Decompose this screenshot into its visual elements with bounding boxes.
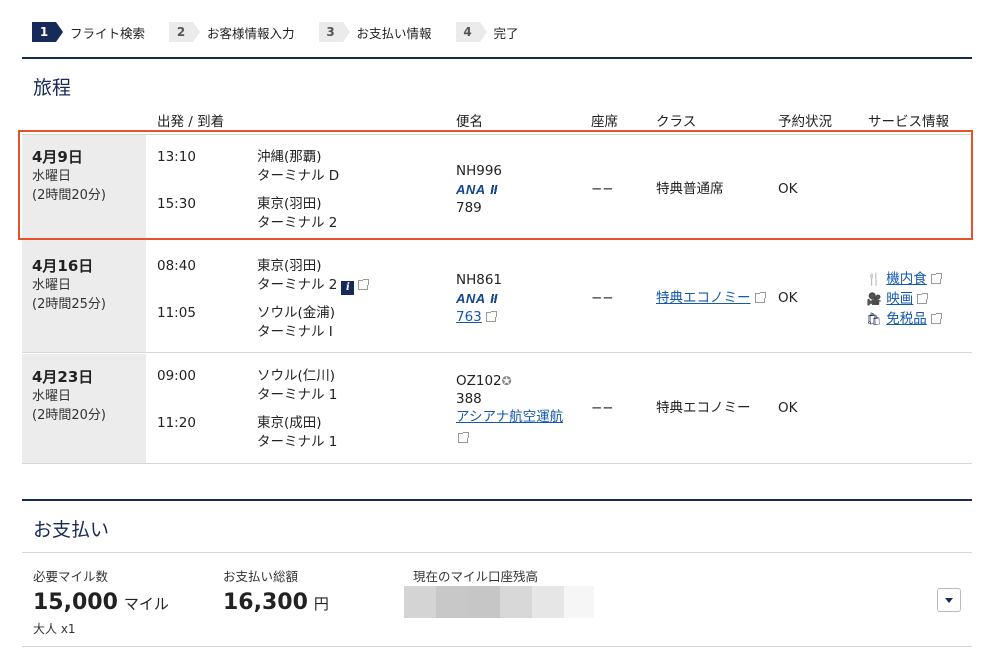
operator-external-cell[interactable]: [456, 429, 469, 448]
service-movie[interactable]: 🎥 映画: [866, 290, 929, 309]
departure-place: 東京(羽田): [257, 258, 322, 274]
step-number: 4: [455, 22, 487, 42]
arrival-time: 11:05: [157, 305, 196, 321]
date-cell: 4月23日 水曜日 (2時間20分): [22, 354, 146, 463]
total-value: 16,300: [223, 590, 308, 615]
ana-logo: ANA: [456, 289, 500, 309]
step-customer-info: 2 お客様情報入力: [169, 22, 295, 42]
service-dutyfree[interactable]: 🛍 免税品: [866, 310, 942, 329]
balance-label: 現在のマイル口座残高: [413, 569, 539, 584]
step-payment-info: 3 お支払い情報: [318, 22, 432, 42]
header-status: 予約状況: [778, 114, 832, 130]
external-link-icon[interactable]: [930, 273, 942, 284]
flight-duration: (2時間20分): [32, 408, 106, 423]
flight-weekday: 水曜日: [32, 278, 72, 293]
step-complete: 4 完了: [455, 22, 519, 42]
itinerary-title: 旅程: [33, 77, 72, 99]
masked-balance: [404, 586, 594, 618]
aircraft-type-cell[interactable]: 763: [456, 308, 497, 327]
miles-label: 必要マイル数: [33, 569, 109, 584]
selected-flight-highlight: [18, 130, 973, 240]
miles-value: 15,000: [33, 590, 118, 615]
payment-bottom-divider: [22, 646, 972, 647]
operator-link[interactable]: アシアナ航空運航: [456, 408, 563, 427]
external-link-icon[interactable]: [458, 432, 469, 443]
ana-logo-mark: [486, 289, 500, 308]
header-flight: 便名: [456, 114, 483, 130]
departure-terminal: ターミナル 1: [257, 387, 338, 403]
miles-value-cell: 15,000 マイル: [33, 590, 169, 615]
seat: −−: [591, 290, 614, 306]
passenger-count: 大人 x1: [33, 622, 76, 636]
payment-divider: [22, 552, 972, 553]
progress-steps: 1 フライト検索 2 お客様情報入力 3 お支払い情報 4 完了: [32, 22, 543, 42]
flight-weekday: 水曜日: [32, 389, 72, 404]
chevron-down-icon[interactable]: [937, 588, 961, 612]
arrival-terminal: ターミナル 1: [257, 434, 338, 450]
aircraft-type: 388: [456, 391, 482, 407]
flight-number-cell: OZ102✪: [456, 372, 512, 391]
total-label: お支払い総額: [223, 569, 299, 584]
arrival-place: ソウル(金浦): [257, 305, 336, 321]
header-class: クラス: [656, 114, 697, 130]
info-icon[interactable]: i: [341, 281, 355, 295]
service-meal-link[interactable]: 機内食: [886, 271, 927, 287]
header-service: サービス情報: [868, 114, 949, 130]
section-divider: [22, 57, 972, 59]
flight-duration: (2時間25分): [32, 297, 106, 312]
header-depart-arrive: 出発 / 到着: [157, 114, 225, 130]
fare-class-cell[interactable]: 特典エコノミー: [656, 289, 766, 308]
star-icon: ✪: [501, 374, 512, 388]
step-flight-search: 1 フライト検索: [32, 22, 145, 42]
shopping-bottle-icon: 🛍: [866, 312, 882, 326]
fare-class-link[interactable]: 特典エコノミー: [656, 290, 751, 306]
step-number: 2: [169, 22, 201, 42]
payment-title: お支払い: [33, 519, 110, 541]
arrival-time: 11:20: [157, 415, 196, 431]
step-number: 3: [318, 22, 350, 42]
external-link-icon[interactable]: [754, 292, 766, 303]
fork-knife-icon: 🍴: [866, 272, 882, 286]
total-unit: 円: [313, 595, 329, 613]
flight-row: 4月23日 水曜日 (2時間20分) 09:00 ソウル(仁川) ターミナル 1…: [22, 354, 972, 464]
section-divider: [22, 499, 972, 501]
departure-terminal-cell: ターミナル 2i: [257, 276, 370, 295]
external-link-icon[interactable]: [485, 311, 497, 322]
service-dutyfree-link[interactable]: 免税品: [886, 311, 927, 327]
booking-status: OK: [778, 290, 798, 306]
step-number: 1: [32, 22, 63, 42]
service-meal[interactable]: 🍴 機内食: [866, 270, 942, 289]
seat: −−: [591, 400, 614, 416]
total-value-cell: 16,300 円: [223, 590, 329, 615]
step-label: お客様情報入力: [207, 25, 295, 41]
miles-unit: マイル: [123, 595, 169, 613]
external-link-icon[interactable]: [930, 313, 942, 324]
flight-number: NH861: [456, 272, 503, 288]
step-label: フライト検索: [70, 25, 146, 41]
external-link-icon[interactable]: [358, 279, 370, 290]
aircraft-type-link[interactable]: 763: [456, 309, 482, 325]
flight-date: 4月16日: [32, 257, 94, 275]
external-link-icon[interactable]: [917, 293, 929, 304]
flight-number: OZ102: [456, 373, 502, 389]
fare-class: 特典エコノミー: [656, 400, 751, 416]
service-movie-link[interactable]: 映画: [886, 291, 913, 307]
departure-terminal: ターミナル 2: [257, 277, 338, 293]
ana-logo-text: ANA: [456, 291, 486, 306]
step-label: 完了: [493, 25, 519, 41]
departure-time: 08:40: [157, 258, 196, 274]
flight-row: 4月16日 水曜日 (2時間25分) 08:40 東京(羽田) ターミナル 2i…: [22, 240, 972, 353]
step-label: お支払い情報: [356, 25, 432, 41]
header-seat: 座席: [591, 114, 618, 130]
booking-status: OK: [778, 400, 798, 416]
departure-time: 09:00: [157, 368, 196, 384]
departure-place: ソウル(仁川): [257, 368, 336, 384]
date-cell: 4月16日 水曜日 (2時間25分): [22, 240, 146, 352]
film-camera-icon: 🎥: [866, 292, 882, 306]
arrival-terminal: ターミナル I: [257, 324, 333, 340]
arrival-place: 東京(成田): [257, 415, 322, 431]
flight-date: 4月23日: [32, 368, 94, 386]
